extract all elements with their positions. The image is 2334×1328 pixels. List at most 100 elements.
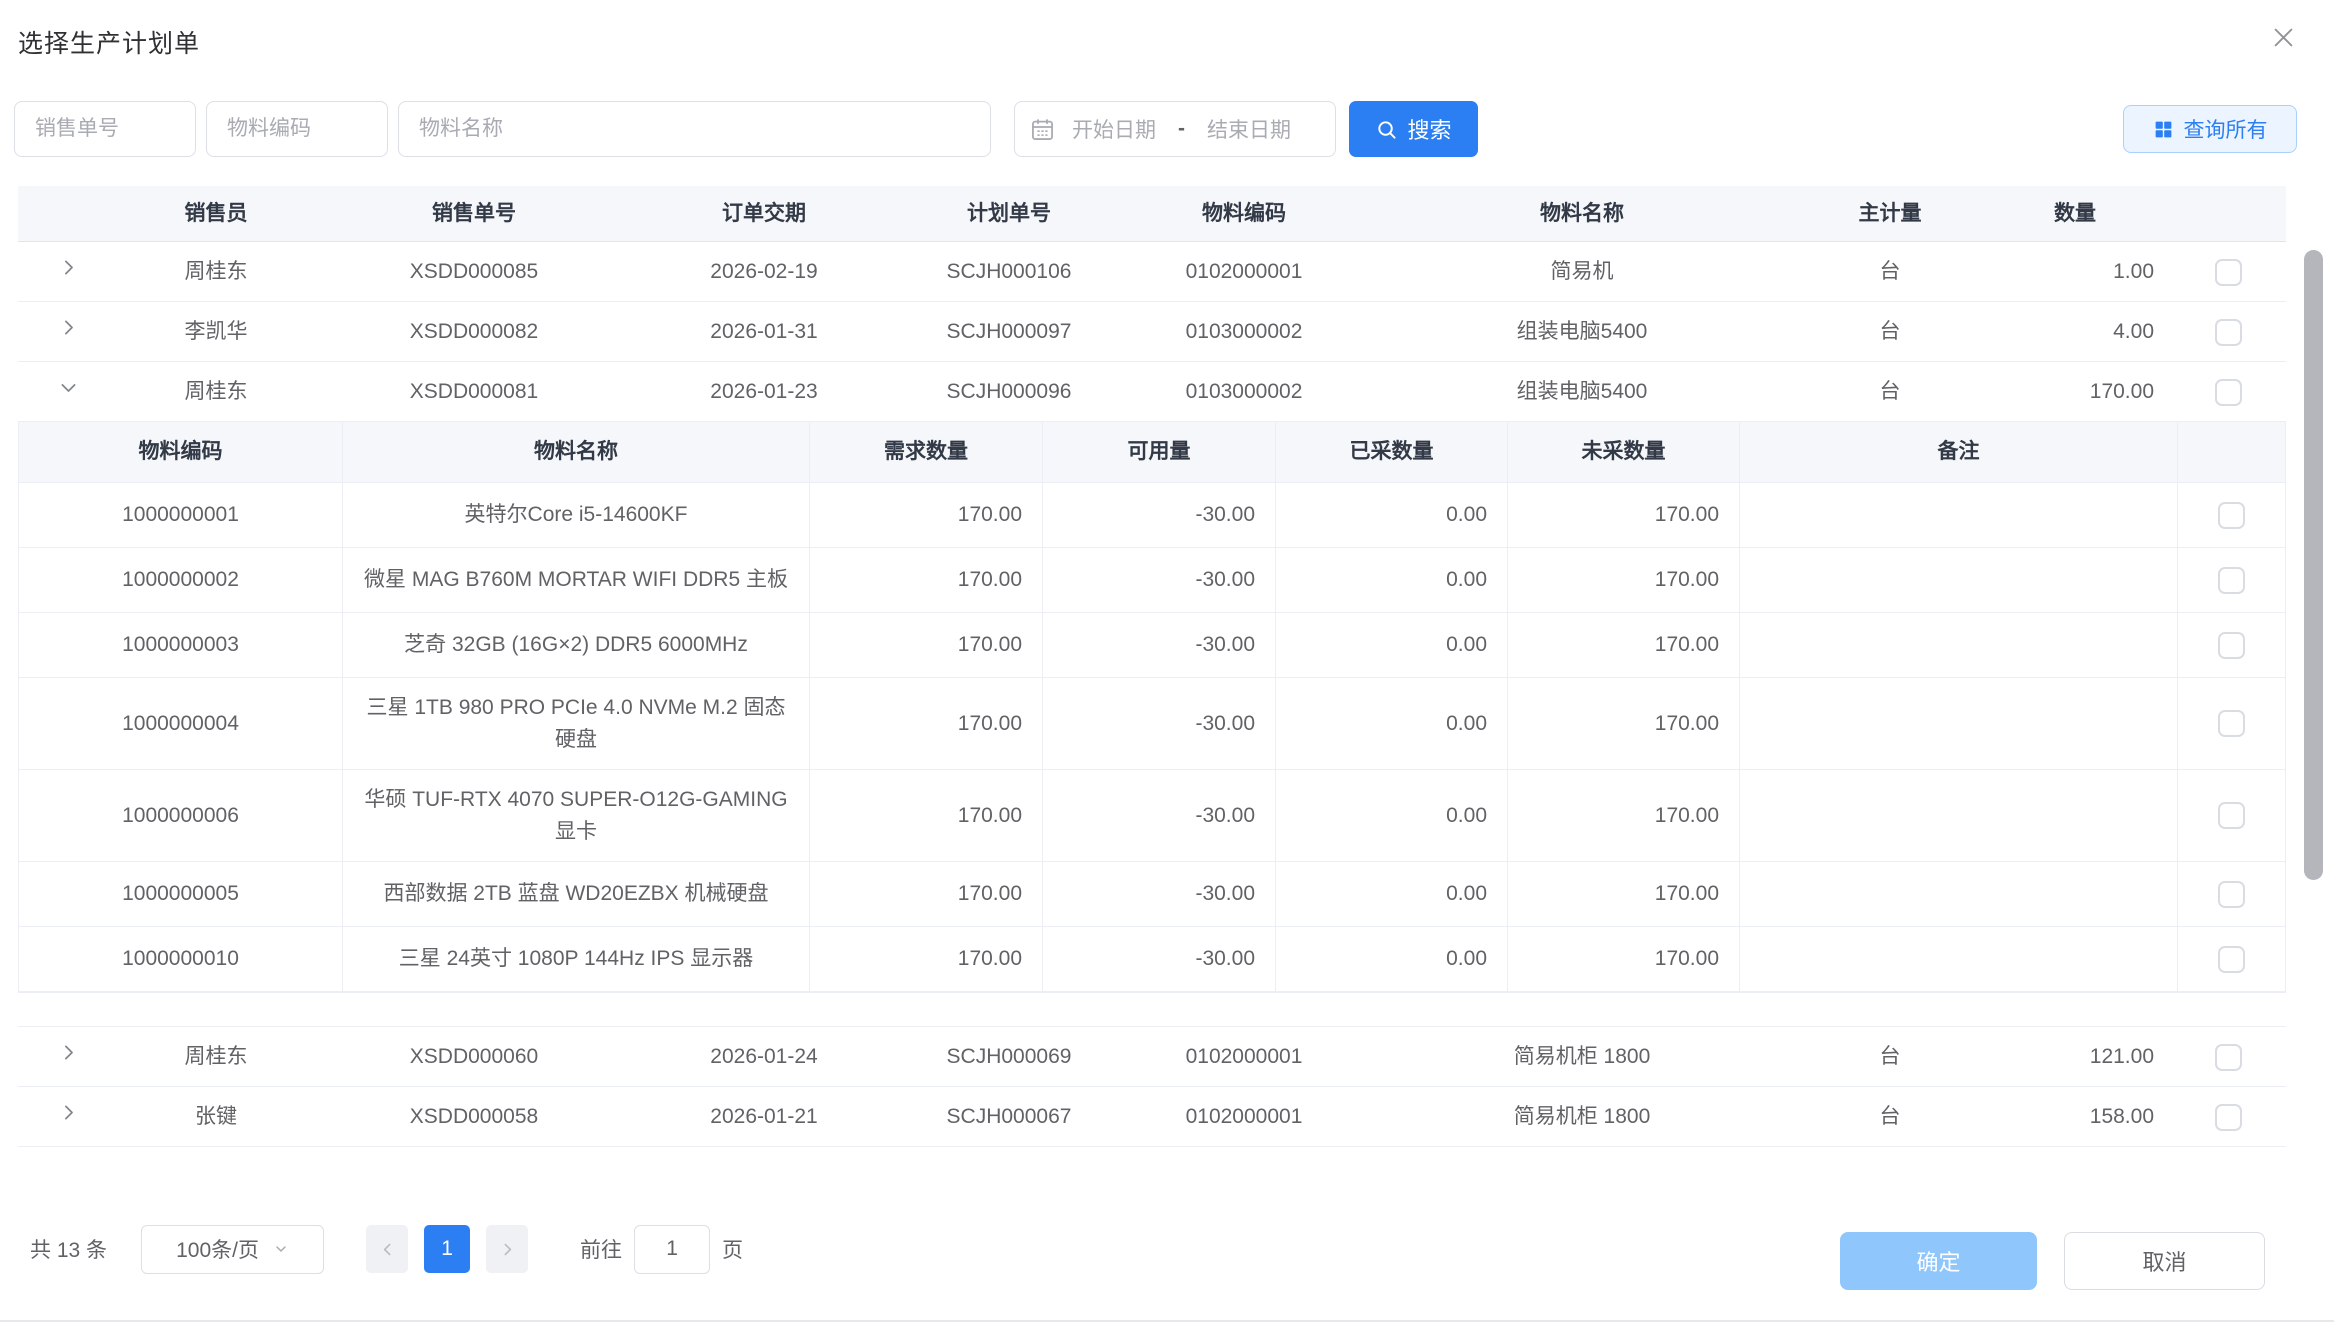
detail-row-checkbox[interactable] [2218,502,2245,529]
cell-salesperson: 周桂东 [118,373,314,410]
detail-cell-required-qty: 170.00 [810,770,1043,861]
cell-sales-order-no: XSDD000082 [314,313,634,350]
material-code-input[interactable] [206,101,388,157]
column-header: 主计量 [1800,195,1980,232]
expand-icon[interactable] [58,257,79,278]
cell-plan-no: SCJH000097 [894,313,1124,350]
detail-cell-unpurchased-qty: 170.00 [1508,483,1740,547]
detail-cell-checkbox [2178,927,2285,991]
search-button-label: 搜索 [1407,113,1451,145]
detail-table-row[interactable]: 1000000004三星 1TB 980 PRO PCIe 4.0 NVMe M… [19,678,2285,770]
next-page-button[interactable] [486,1225,528,1273]
detail-table-row[interactable]: 1000000010三星 24英寸 1080P 144Hz IPS 显示器170… [19,927,2285,992]
row-checkbox[interactable] [2215,1044,2242,1071]
detail-cell-checkbox [2178,770,2285,861]
detail-table-row[interactable]: 1000000003芝奇 32GB (16G×2) DDR5 6000MHz17… [19,613,2285,678]
detail-row-checkbox[interactable] [2218,632,2245,659]
detail-row-checkbox[interactable] [2218,946,2245,973]
chevron-down-icon [273,1241,289,1257]
column-header: 计划单号 [894,195,1124,232]
detail-cell-required-qty: 170.00 [810,862,1043,926]
expand-icon[interactable] [58,1102,79,1123]
expand-icon[interactable] [58,317,79,338]
detail-cell-available-qty: -30.00 [1043,548,1276,612]
detail-cell-unpurchased-qty: 170.00 [1508,678,1740,769]
cell-sales-order-no: XSDD000085 [314,253,634,290]
detail-cell-material-name: 西部数据 2TB 蓝盘 WD20EZBX 机械硬盘 [343,862,810,926]
detail-cell-material-name: 三星 24英寸 1080P 144Hz IPS 显示器 [343,927,810,991]
cell-delivery-date: 2026-01-21 [634,1098,894,1135]
cell-sales-order-no: XSDD000058 [314,1098,634,1135]
confirm-button[interactable]: 确定 [1840,1232,2037,1290]
detail-table-row[interactable]: 1000000001英特尔Core i5-14600KF170.00-30.00… [19,483,2285,548]
close-icon[interactable] [2266,20,2300,54]
expand-icon[interactable] [58,377,79,398]
detail-table-row[interactable]: 1000000002微星 MAG B760M MORTAR WIFI DDR5 … [19,548,2285,613]
plan-table: 销售员销售单号订单交期计划单号物料编码物料名称主计量数量 周桂东 XSDD000… [18,186,2286,1147]
detail-table-row[interactable]: 1000000005西部数据 2TB 蓝盘 WD20EZBX 机械硬盘170.0… [19,862,2285,927]
detail-cell-unpurchased-qty: 170.00 [1508,770,1740,861]
table-row[interactable]: 李凯华 XSDD000082 2026-01-31 SCJH000097 010… [18,302,2286,362]
detail-cell-material-code: 1000000006 [19,770,343,861]
column-header: 物料编码 [1124,195,1364,232]
cell-salesperson: 李凯华 [118,313,314,350]
detail-cell-material-code: 1000000003 [19,613,343,677]
table-row[interactable]: 张键 XSDD000058 2026-01-21 SCJH000067 0102… [18,1087,2286,1147]
search-button[interactable]: 搜索 [1349,101,1478,157]
detail-row-checkbox[interactable] [2218,881,2245,908]
query-all-button[interactable]: 查询所有 [2123,105,2297,153]
date-range-input[interactable]: 开始日期 - 结束日期 [1014,101,1336,157]
cell-unit: 台 [1800,373,1980,410]
goto-page-input[interactable] [634,1225,710,1274]
detail-cell-required-qty: 170.00 [810,483,1043,547]
detail-cell-available-qty: -30.00 [1043,862,1276,926]
detail-cell-remark [1740,613,2178,677]
table-row[interactable]: 周桂东 XSDD000081 2026-01-23 SCJH000096 010… [18,362,2286,422]
query-all-button-label: 查询所有 [2184,114,2268,144]
column-header: 订单交期 [634,195,894,232]
detail-cell-material-name: 英特尔Core i5-14600KF [343,483,810,547]
search-icon [1375,118,1398,141]
detail-cell-checkbox [2178,613,2285,677]
detail-cell-material-code: 1000000005 [19,862,343,926]
cell-delivery-date: 2026-01-24 [634,1038,894,1075]
page-size-value: 100条/页 [176,1234,259,1264]
detail-table-row[interactable]: 1000000006华硕 TUF-RTX 4070 SUPER-O12G-GAM… [19,770,2285,862]
cell-plan-no: SCJH000067 [894,1098,1124,1135]
vertical-scrollbar-thumb[interactable] [2304,250,2323,880]
row-checkbox[interactable] [2215,259,2242,286]
table-row[interactable]: 周桂东 XSDD000085 2026-02-19 SCJH000106 010… [18,242,2286,302]
row-checkbox[interactable] [2215,1104,2242,1131]
detail-column-header: 物料编码 [19,422,343,482]
detail-cell-required-qty: 170.00 [810,548,1043,612]
sales-order-input[interactable] [14,101,196,157]
detail-row-checkbox[interactable] [2218,567,2245,594]
row-checkbox[interactable] [2215,319,2242,346]
detail-cell-purchased-qty: 0.00 [1276,548,1508,612]
detail-cell-material-name: 华硕 TUF-RTX 4070 SUPER-O12G-GAMING 显卡 [343,770,810,861]
prev-page-button[interactable] [366,1225,408,1273]
page-size-select[interactable]: 100条/页 [141,1225,324,1274]
material-name-input[interactable] [398,101,991,157]
detail-row-checkbox[interactable] [2218,710,2245,737]
detail-cell-unpurchased-qty: 170.00 [1508,862,1740,926]
detail-table-gap [18,993,2286,1027]
column-header: 销售员 [118,195,314,232]
detail-cell-available-qty: -30.00 [1043,770,1276,861]
calendar-icon [1029,116,1056,143]
cell-unit: 台 [1800,1098,1980,1135]
page-1-button[interactable]: 1 [424,1225,470,1273]
chevron-left-icon [379,1241,396,1258]
detail-cell-remark [1740,483,2178,547]
table-row[interactable]: 周桂东 XSDD000060 2026-01-24 SCJH000069 010… [18,1027,2286,1087]
detail-cell-required-qty: 170.00 [810,927,1043,991]
detail-cell-remark [1740,770,2178,861]
cancel-button[interactable]: 取消 [2064,1232,2265,1290]
detail-row-checkbox[interactable] [2218,802,2245,829]
detail-column-header: 物料名称 [343,422,810,482]
row-checkbox[interactable] [2215,379,2242,406]
cell-delivery-date: 2026-01-31 [634,313,894,350]
detail-cell-required-qty: 170.00 [810,613,1043,677]
cell-salesperson: 周桂东 [118,1038,314,1075]
expand-icon[interactable] [58,1042,79,1063]
